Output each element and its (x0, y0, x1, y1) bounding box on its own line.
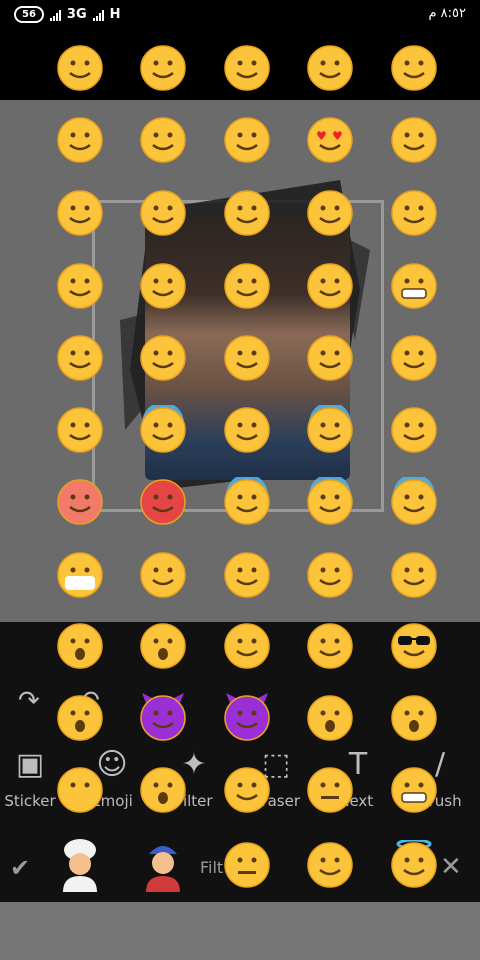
confounded-wavy-icon[interactable] (305, 550, 355, 600)
relieved-icon[interactable] (222, 261, 272, 311)
scream-icon[interactable] (222, 477, 272, 527)
frown-icon[interactable] (55, 261, 105, 311)
loud-cry-icon[interactable] (138, 333, 188, 383)
tongue-icon[interactable] (138, 188, 188, 238)
kissing-blush-icon[interactable] (138, 115, 188, 165)
open-mouth-icon[interactable] (389, 693, 439, 743)
confirm-icon[interactable]: ✔ (10, 854, 30, 882)
unamused-icon[interactable] (138, 261, 188, 311)
grimace-icon[interactable] (389, 261, 439, 311)
sad-tear-icon[interactable] (305, 333, 355, 383)
smirk-icon[interactable] (305, 840, 355, 890)
status-bar: 56 3G H ٨:٥٢ م (0, 0, 480, 30)
neutral-icon[interactable] (305, 765, 355, 815)
heart-eyes-icon[interactable]: ♥ ♥ (305, 115, 355, 165)
anxious-sweat-icon[interactable] (305, 405, 355, 455)
turban-person-icon[interactable] (55, 836, 105, 892)
grimacing-icon[interactable] (389, 765, 439, 815)
svg-text:♥: ♥ (332, 129, 343, 143)
mask-icon[interactable] (55, 550, 105, 600)
filter-caption: Filt (200, 858, 224, 877)
tongue-squint-icon[interactable] (222, 188, 272, 238)
network-type: 3G (66, 7, 87, 22)
tongue-wink-icon[interactable] (305, 188, 355, 238)
hushed-icon[interactable] (55, 693, 105, 743)
battery-indicator: 56 (14, 6, 44, 23)
no-mouth-icon[interactable] (55, 765, 105, 815)
expressionless-icon[interactable] (222, 840, 272, 890)
astonished-brow-icon[interactable] (138, 765, 188, 815)
sleepy-icon[interactable] (55, 333, 105, 383)
grin-squint-icon[interactable] (389, 43, 439, 93)
signal2-icon (92, 9, 104, 21)
status-left: 56 3G H (14, 6, 121, 23)
laughing-icon[interactable] (222, 550, 272, 600)
kiss-heart-icon[interactable] (222, 115, 272, 165)
kissing-icon[interactable] (55, 115, 105, 165)
sad-frown-icon[interactable] (55, 621, 105, 671)
grin-sweat-icon[interactable] (222, 405, 272, 455)
halo-icon[interactable] (389, 840, 439, 890)
flushed-icon[interactable] (55, 188, 105, 238)
pouting-icon[interactable] (138, 477, 188, 527)
kissing-smile-icon[interactable] (389, 188, 439, 238)
smiley-icon[interactable] (305, 43, 355, 93)
beaming-icon[interactable] (222, 43, 272, 93)
devil-smile-icon[interactable] (138, 693, 188, 743)
dizzy-icon[interactable] (222, 621, 272, 671)
sleeping-icon[interactable] (305, 621, 355, 671)
angry-icon[interactable] (55, 477, 105, 527)
tired-icon[interactable] (389, 477, 439, 527)
navigation-bar (0, 902, 480, 960)
smiling-blush-icon[interactable] (55, 43, 105, 93)
pensive-icon[interactable] (305, 261, 355, 311)
boy-cap-icon[interactable] (138, 836, 188, 892)
network-type-2: H (109, 7, 121, 22)
confused-icon[interactable] (222, 765, 272, 815)
astonished-icon[interactable] (138, 621, 188, 671)
tears-joy-icon[interactable] (222, 333, 272, 383)
confounded-icon[interactable] (389, 333, 439, 383)
sunglasses-icon[interactable] (389, 621, 439, 671)
yum-icon[interactable] (138, 550, 188, 600)
devil-angry-icon[interactable] (222, 693, 272, 743)
triumph-icon[interactable] (389, 550, 439, 600)
anguish-icon[interactable] (305, 693, 355, 743)
clock: ٨:٥٢ م (428, 6, 466, 21)
fearful-icon[interactable] (305, 477, 355, 527)
grin-icon[interactable] (138, 43, 188, 93)
svg-text:♥: ♥ (316, 129, 327, 143)
close-icon[interactable]: ✕ (440, 852, 462, 882)
wink-icon[interactable] (389, 115, 439, 165)
undo-icon[interactable]: ↷ (18, 686, 40, 716)
signal-icon (49, 9, 61, 21)
worried-icon[interactable] (389, 405, 439, 455)
downcast-sweat-icon[interactable] (138, 405, 188, 455)
weary-icon[interactable] (55, 405, 105, 455)
